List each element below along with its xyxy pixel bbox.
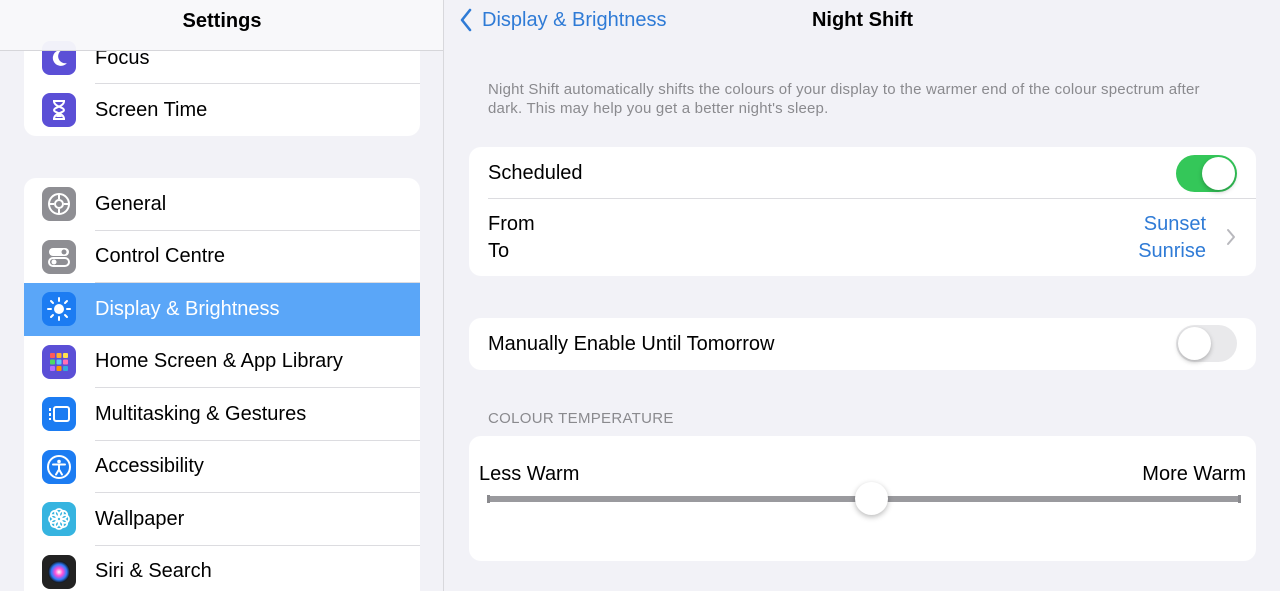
divider: [488, 198, 1256, 199]
navigation-bar: Display & Brightness Night Shift: [445, 0, 1280, 52]
sidebar-item-accessibility[interactable]: Accessibility: [24, 441, 420, 493]
sidebar-item-label: Accessibility: [95, 455, 204, 478]
sidebar-item-label: General: [95, 192, 167, 215]
hourglass-icon: [42, 93, 76, 128]
sidebar-item-control-centre[interactable]: Control Centre: [24, 231, 420, 283]
from-label: From: [488, 213, 535, 235]
sidebar-item-home-screen[interactable]: Home Screen & App Library: [24, 336, 420, 388]
sidebar-group-2: General Control Centre Display & Brightn…: [24, 178, 420, 591]
from-value: Sunset: [1143, 213, 1206, 235]
manual-enable-toggle[interactable]: [1176, 325, 1237, 362]
night-shift-description: Night Shift automatically shifts the col…: [488, 81, 1200, 117]
sidebar-item-screen-time[interactable]: Screen Time: [24, 84, 420, 136]
colour-temperature-header: COLOUR TEMPERATURE: [488, 410, 674, 427]
sidebar-item-label: Wallpaper: [95, 507, 185, 530]
toggle-knob: [1178, 327, 1211, 360]
accessibility-icon: [42, 449, 76, 484]
siri-icon: [42, 554, 76, 589]
sidebar: Settings Focus Screen Time General Contr…: [0, 0, 444, 591]
to-label: To: [488, 240, 510, 262]
scheduled-toggle[interactable]: [1176, 155, 1237, 192]
less-warm-label: Less Warm: [479, 463, 580, 485]
slider-min-tick: [487, 495, 490, 503]
sidebar-item-siri-search[interactable]: Siri & Search: [24, 546, 420, 591]
manual-enable-label: Manually Enable Until Tomorrow: [488, 333, 775, 355]
more-warm-label: More Warm: [1142, 463, 1246, 485]
sun-icon: [42, 292, 76, 327]
sidebar-title: Settings: [182, 9, 262, 32]
sidebar-item-label: Display & Brightness: [95, 297, 280, 320]
manual-enable-card: Manually Enable Until Tomorrow: [469, 318, 1256, 370]
sidebar-item-label: Home Screen & App Library: [95, 350, 343, 373]
scheduled-label: Scheduled: [488, 162, 583, 184]
sidebar-item-wallpaper[interactable]: Wallpaper: [24, 493, 420, 546]
toggle-knob: [1202, 157, 1235, 190]
sidebar-header: Settings: [0, 0, 443, 51]
slider-max-tick: [1238, 495, 1241, 503]
sidebar-item-multitasking[interactable]: Multitasking & Gestures: [24, 388, 420, 441]
schedule-card: Scheduled From To Sunset Sunrise: [469, 147, 1256, 276]
sidebar-item-label: Siri & Search: [95, 560, 212, 583]
gear-icon: [42, 187, 76, 222]
colour-temperature-card: Less Warm More Warm: [469, 436, 1256, 561]
sidebar-item-display-brightness[interactable]: Display & Brightness: [24, 283, 420, 336]
sidebar-item-general[interactable]: General: [24, 178, 420, 231]
to-value: Sunrise: [1138, 240, 1206, 262]
detail-pane: Display & Brightness Night Shift Night S…: [445, 0, 1280, 591]
toggles-icon: [42, 239, 76, 274]
page-title: Night Shift: [811, 9, 914, 31]
multitasking-icon: [42, 397, 76, 432]
flower-icon: [42, 502, 76, 537]
app-grid-icon: [42, 344, 76, 379]
sidebar-item-label: Multitasking & Gestures: [95, 402, 307, 425]
slider-thumb[interactable]: [855, 482, 889, 515]
chevron-right-icon: [1227, 229, 1235, 245]
sidebar-item-label: Screen Time: [95, 98, 208, 121]
sidebar-item-label: Control Centre: [95, 245, 226, 268]
